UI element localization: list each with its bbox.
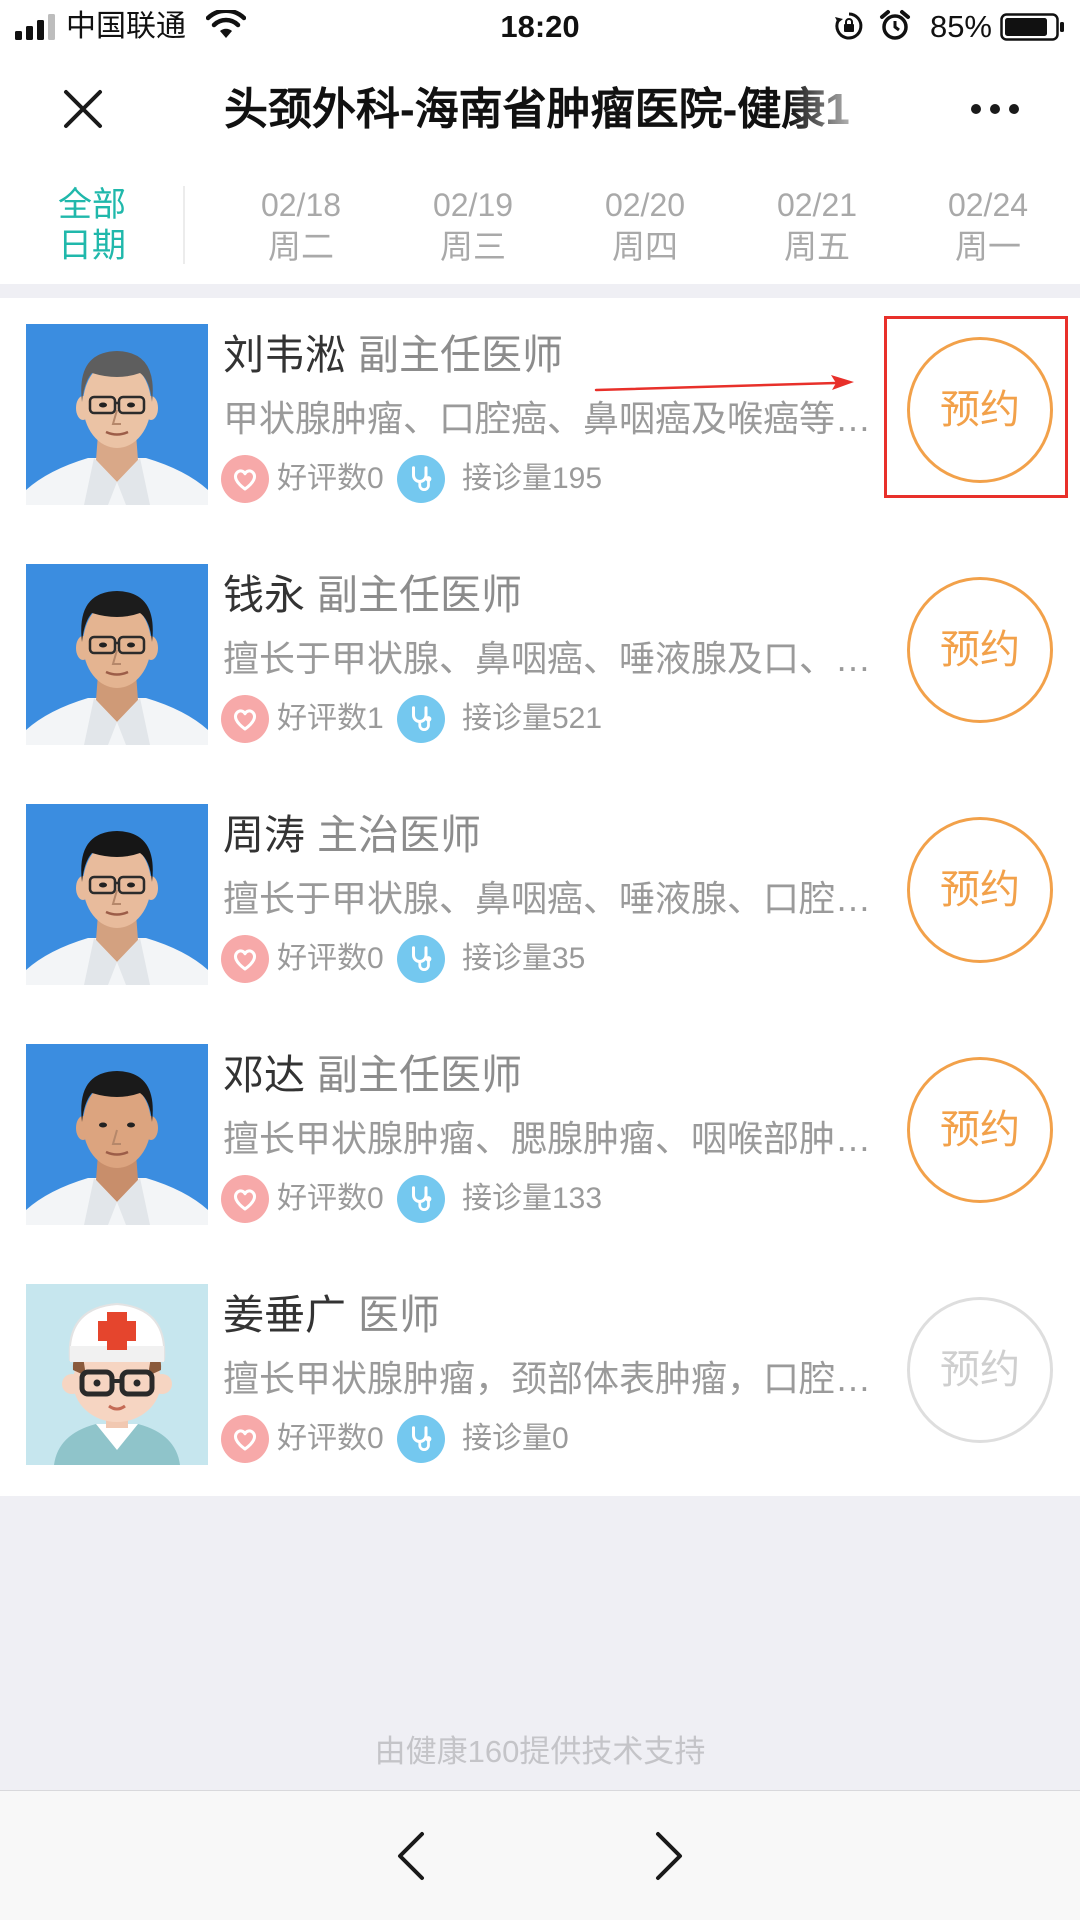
doctor-name-line: 周涛 主治医师 — [223, 810, 481, 860]
tab-all-dates[interactable]: 全部 日期 — [12, 185, 172, 267]
rating-count: 好评数0 — [277, 462, 384, 495]
tab-weekday-label: 周二 — [268, 228, 334, 265]
heart-icon — [221, 1415, 269, 1463]
clock-time: 18:20 — [500, 9, 580, 44]
doctor-name-line: 钱永 副主任医师 — [223, 570, 522, 620]
tab-date[interactable]: 02/20 周四 — [565, 185, 725, 267]
tab-date-label: 02/18 — [260, 187, 342, 223]
doctor-row[interactable]: 周涛 主治医师 擅长于甲状腺、鼻咽癌、唾液腺、口腔… 好评数0 接诊量35 预约 — [0, 778, 1080, 1018]
alarm-icon — [880, 10, 910, 40]
rating-count: 好评数0 — [277, 1422, 384, 1455]
rating-count: 好评数1 — [277, 702, 384, 735]
tab-date-label: 02/24 — [947, 187, 1029, 223]
doctor-name: 钱永 — [223, 572, 305, 618]
status-bar: 中国联通 18:20 85% — [0, 0, 1080, 54]
tab-date-label: 02/19 — [432, 187, 514, 223]
visit-count: 接诊量521 — [462, 702, 603, 735]
doctor-avatar[interactable] — [26, 804, 208, 985]
heart-icon — [221, 935, 269, 983]
carrier-name: 中国联通 — [66, 10, 186, 43]
tab-date-label: 02/21 — [776, 187, 858, 223]
tab-date[interactable]: 02/18 周二 — [221, 185, 381, 267]
tab-label: 全部 — [58, 186, 126, 224]
tab-date[interactable]: 02/19 周三 — [393, 185, 553, 267]
tab-label: 日期 — [58, 227, 126, 265]
footer-credit: 由健康160提供技术支持 — [374, 1734, 706, 1769]
stethoscope-icon — [397, 935, 445, 983]
tab-date[interactable]: 02/24 周一 — [908, 185, 1068, 267]
doctor-name: 周涛 — [223, 812, 305, 858]
tab-divider — [183, 186, 185, 264]
wifi-icon — [206, 10, 246, 38]
doctor-specialty: 擅长于甲状腺、鼻咽癌、唾液腺、口腔… — [223, 878, 872, 919]
book-appointment-button[interactable]: 预约 — [907, 577, 1053, 723]
battery-percent: 85% — [929, 9, 992, 44]
doctor-specialty: 甲状腺肿瘤、口腔癌、鼻咽癌及喉癌等… — [223, 398, 872, 439]
doctor-row[interactable]: 姜垂广 医师 擅长甲状腺肿瘤，颈部体表肿瘤，口腔… 好评数0 接诊量0 预约 — [0, 1258, 1080, 1498]
doctor-avatar[interactable] — [26, 1044, 208, 1225]
page-title-container: 头颈外科-海南省肿瘤医院-健康1 — [224, 84, 880, 136]
rating-count: 好评数0 — [277, 1182, 384, 1215]
heart-icon — [221, 1175, 269, 1223]
doctor-title: 副主任医师 — [317, 1052, 522, 1098]
visit-count: 接诊量35 — [462, 942, 586, 975]
battery-icon — [1000, 13, 1064, 41]
annotation-arrow — [594, 375, 854, 392]
doctor-name-line: 邓达 副主任医师 — [223, 1050, 522, 1100]
tab-weekday-label: 周三 — [440, 228, 506, 265]
doctor-name: 邓达 — [223, 1052, 305, 1098]
visit-count: 接诊量0 — [462, 1422, 569, 1455]
doctor-title: 副主任医师 — [358, 332, 563, 378]
doctor-avatar[interactable] — [26, 324, 208, 505]
doctor-specialty: 擅长于甲状腺、鼻咽癌、唾液腺及口、… — [223, 638, 872, 679]
tab-weekday-label: 周五 — [784, 228, 850, 265]
chevron-right-icon[interactable] — [652, 1830, 686, 1882]
book-appointment-button[interactable]: 预约 — [907, 817, 1053, 963]
book-appointment-button[interactable]: 预约 — [907, 1057, 1053, 1203]
tab-date[interactable]: 02/21 周五 — [737, 185, 897, 267]
stethoscope-icon — [397, 695, 445, 743]
bottom-toolbar — [0, 1790, 1080, 1920]
doctor-title: 副主任医师 — [317, 572, 522, 618]
doctor-avatar[interactable] — [26, 564, 208, 745]
doctor-name: 刘韦淞 — [223, 332, 346, 378]
doctor-row[interactable]: 邓达 副主任医师 擅长甲状腺肿瘤、腮腺肿瘤、咽喉部肿… 好评数0 接诊量133 预… — [0, 1018, 1080, 1258]
doctor-title: 医师 — [358, 1292, 440, 1338]
doctor-name-line: 刘韦淞 副主任医师 — [223, 330, 563, 380]
page-title: 头颈外科-海南省肿瘤医院-健康1 — [224, 85, 850, 134]
heart-icon — [221, 455, 269, 503]
rotation-lock-icon — [835, 12, 863, 40]
date-tabs: 全部 日期 02/18 周二 02/19 周三 02/20 周四 02/21 周… — [0, 162, 1080, 284]
book-appointment-button: 预约 — [907, 1297, 1053, 1443]
close-icon[interactable] — [58, 84, 108, 134]
doctor-name-line: 姜垂广 医师 — [223, 1290, 440, 1340]
stethoscope-icon — [397, 1175, 445, 1223]
doctor-specialty: 擅长甲状腺肿瘤、腮腺肿瘤、咽喉部肿… — [223, 1118, 872, 1159]
heart-icon — [221, 695, 269, 743]
doctor-row[interactable]: 钱永 副主任医师 擅长于甲状腺、鼻咽癌、唾液腺及口、… 好评数1 接诊量521 预… — [0, 538, 1080, 778]
annotation-highlight-box — [884, 316, 1068, 498]
rating-count: 好评数0 — [277, 942, 384, 975]
doctor-title: 主治医师 — [317, 812, 481, 858]
stethoscope-icon — [397, 1415, 445, 1463]
tab-weekday-label: 周一 — [955, 228, 1021, 265]
doctor-name: 姜垂广 — [223, 1292, 346, 1338]
chevron-left-icon[interactable] — [394, 1830, 428, 1882]
more-icon[interactable] — [966, 96, 1024, 122]
stethoscope-icon — [397, 455, 445, 503]
signal-icon — [15, 14, 55, 40]
doctor-specialty: 擅长甲状腺肿瘤，颈部体表肿瘤，口腔… — [223, 1358, 872, 1399]
visit-count: 接诊量195 — [462, 462, 603, 495]
visit-count: 接诊量133 — [462, 1182, 603, 1215]
doctor-avatar[interactable] — [26, 1284, 208, 1465]
tab-weekday-label: 周四 — [612, 228, 678, 265]
tab-date-label: 02/20 — [604, 187, 686, 223]
